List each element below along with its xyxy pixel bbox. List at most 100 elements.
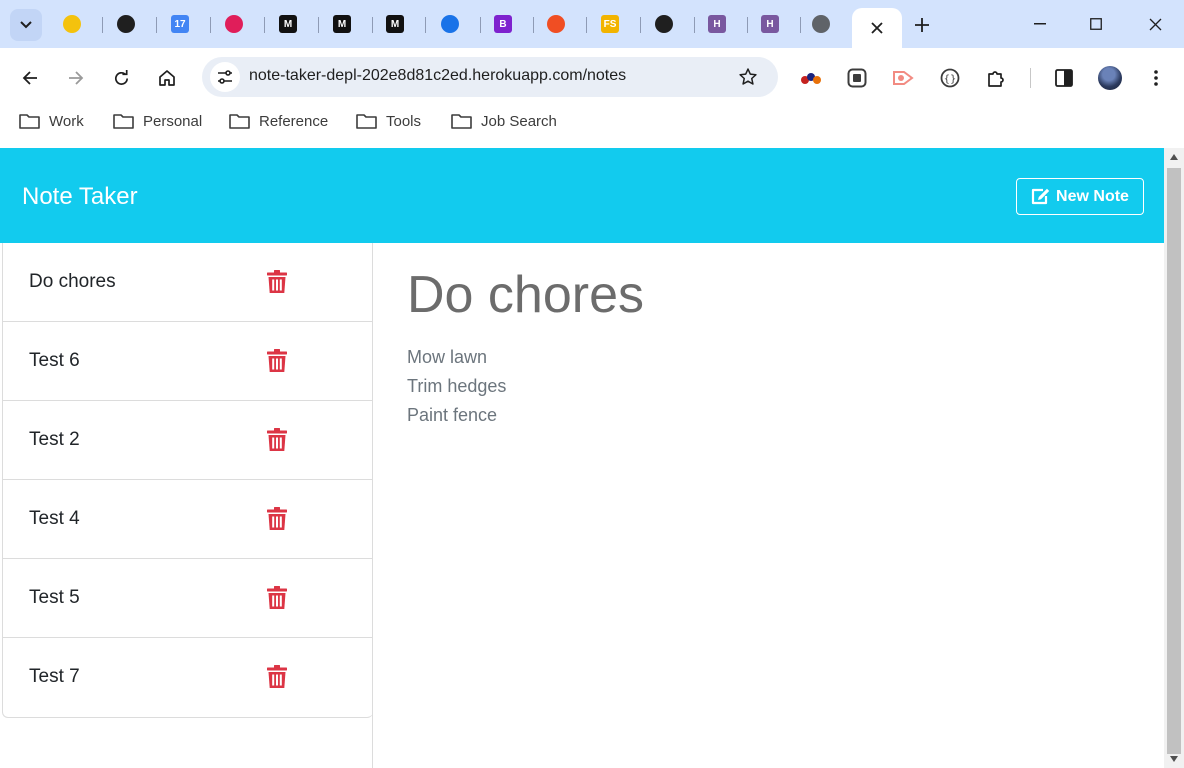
browser-tab[interactable]: M	[274, 10, 302, 38]
site-info-button[interactable]	[210, 62, 240, 92]
address-url[interactable]: note-taker-depl-202e8d81c2ed.herokuapp.c…	[249, 67, 626, 85]
arrow-right-icon	[69, 71, 84, 85]
maximize-button[interactable]	[1074, 8, 1118, 40]
new-note-button[interactable]: New Note	[1016, 178, 1144, 215]
minimize-button[interactable]	[1018, 8, 1062, 40]
lincoln-icon	[63, 15, 81, 33]
note-text-area[interactable]: Mow lawn Trim hedges Paint fence	[407, 343, 506, 430]
trash-icon	[267, 348, 287, 372]
tab-separator	[264, 17, 265, 33]
bookmark-folder-personal[interactable]: Personal	[113, 106, 202, 136]
profile-avatar[interactable]	[1098, 66, 1122, 90]
extension-button[interactable]: {}	[936, 64, 964, 92]
heroku-icon: H	[761, 15, 779, 33]
plus-icon	[915, 18, 929, 32]
close-window-button[interactable]	[1133, 8, 1177, 40]
bookmark-folder-tools[interactable]: Tools	[356, 106, 421, 136]
browser-tab[interactable]	[542, 10, 570, 38]
delete-note-button[interactable]	[266, 664, 288, 688]
note-taker-page: Note Taker New Note Do chores Test 6 Test …	[0, 148, 1164, 768]
bookmark-star-button[interactable]	[736, 65, 760, 89]
browser-tab[interactable]: 17	[166, 10, 194, 38]
reload-icon	[114, 69, 128, 85]
scroll-up-arrow-icon[interactable]	[1170, 154, 1178, 160]
browser-tab[interactable]: H	[703, 10, 731, 38]
tab-strip: 17 M M M B FS H H	[0, 0, 1184, 48]
heroku-icon: H	[708, 15, 726, 33]
delete-note-button[interactable]	[266, 269, 288, 293]
browser-tab[interactable]	[220, 10, 248, 38]
folder-icon	[451, 114, 472, 129]
note-list-item[interactable]: Test 5	[3, 559, 373, 638]
side-panel-button[interactable]	[1050, 64, 1078, 92]
tab-separator	[640, 17, 641, 33]
reload-button[interactable]	[106, 63, 136, 93]
browser-tab[interactable]: FS	[596, 10, 624, 38]
note-list-item[interactable]: Test 7	[3, 638, 373, 717]
bookmark-label: Work	[49, 112, 84, 130]
page-scrollbar[interactable]	[1164, 148, 1184, 768]
new-note-label: New Note	[1056, 187, 1129, 205]
trash-icon	[267, 585, 287, 609]
browser-tab[interactable]	[436, 10, 464, 38]
medium-icon: M	[279, 15, 297, 33]
browser-tab[interactable]: M	[328, 10, 356, 38]
close-tab-icon[interactable]	[871, 22, 883, 34]
tab-search-button[interactable]	[10, 9, 42, 41]
note-list-item[interactable]: Test 6	[3, 322, 373, 401]
note-list: Do chores Test 6 Test 2 Test 4 Test 5 Test 7	[2, 243, 373, 718]
delete-note-button[interactable]	[266, 506, 288, 530]
github-icon	[655, 15, 673, 33]
browser-tab[interactable]	[650, 10, 678, 38]
folder-icon	[356, 114, 377, 129]
delete-note-button[interactable]	[266, 585, 288, 609]
note-list-title: Test 2	[29, 429, 80, 450]
browser-menu-button[interactable]	[1142, 64, 1170, 92]
browser-tab[interactable]: H	[756, 10, 784, 38]
back-button[interactable]	[15, 63, 45, 93]
forward-button[interactable]	[61, 63, 91, 93]
new-tab-button[interactable]	[909, 12, 935, 38]
bookmark-folder-reference[interactable]: Reference	[229, 106, 328, 136]
delete-note-button[interactable]	[266, 427, 288, 451]
globe-icon	[812, 15, 830, 33]
browser-tab[interactable]: B	[489, 10, 517, 38]
browser-tab[interactable]	[112, 10, 140, 38]
tab-separator	[533, 17, 534, 33]
svg-text:{}: {}	[944, 74, 957, 85]
app-brand[interactable]: Note Taker	[22, 183, 138, 211]
calendar-icon: 17	[171, 15, 189, 33]
note-list-item[interactable]: Do chores	[3, 243, 373, 322]
active-tab[interactable]	[852, 8, 902, 48]
home-button[interactable]	[152, 63, 182, 93]
address-bar[interactable]: note-taker-depl-202e8d81c2ed.herokuapp.c…	[202, 57, 778, 97]
delete-note-button[interactable]	[266, 348, 288, 372]
browser-tab[interactable]: M	[381, 10, 409, 38]
extension-button[interactable]	[797, 64, 825, 92]
minimize-icon	[1034, 23, 1046, 25]
star-icon	[739, 68, 757, 85]
tune-icon	[218, 70, 232, 84]
slack-icon	[225, 15, 243, 33]
extensions-menu-button[interactable]	[982, 64, 1010, 92]
bookmarks-bar: Work Personal Reference Tools Job Search	[0, 106, 600, 136]
browser-tab[interactable]	[58, 10, 86, 38]
trash-icon	[267, 427, 287, 451]
note-list-title: Test 5	[29, 587, 80, 608]
dev-tools-icon: {}	[940, 68, 960, 88]
note-list-item[interactable]: Test 2	[3, 401, 373, 480]
extension-button[interactable]	[889, 64, 917, 92]
more-vertical-icon	[1154, 70, 1158, 86]
bookmark-folder-job-search[interactable]: Job Search	[451, 106, 557, 136]
note-title-input[interactable]: Do chores	[407, 265, 644, 325]
extension-button[interactable]	[843, 64, 871, 92]
bookmark-folder-work[interactable]: Work	[19, 106, 84, 136]
browser-tab[interactable]	[807, 10, 835, 38]
note-detail: Do chores Mow lawn Trim hedges Paint fen…	[373, 243, 1164, 768]
folder-icon	[113, 114, 134, 129]
scroll-thumb[interactable]	[1167, 168, 1181, 754]
scroll-down-arrow-icon[interactable]	[1170, 756, 1178, 762]
note-list-item[interactable]: Test 4	[3, 480, 373, 559]
tab-separator	[318, 17, 319, 33]
tab-separator	[586, 17, 587, 33]
